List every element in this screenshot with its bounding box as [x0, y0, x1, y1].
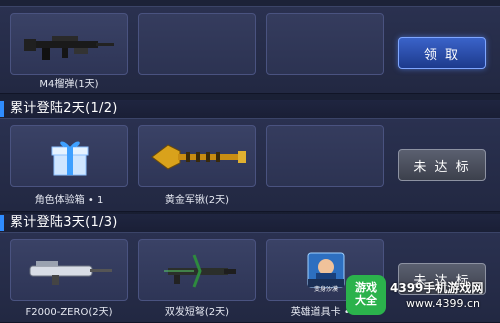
reward-label-crossbow: 双发短弩(2天) [164, 307, 230, 318]
reward-label-gift-box: 角色体验箱 • 1 [34, 195, 104, 206]
not-reached-button[interactable]: 未 达 标 [398, 149, 486, 181]
hero-card-badge: 变身沙漠 [314, 286, 339, 293]
reward-slot-empty [266, 13, 384, 75]
header-accent [0, 215, 4, 231]
logo-line-1: 游戏 [355, 281, 377, 294]
claim-button[interactable]: 领 取 [398, 37, 486, 69]
rifle-icon [29, 261, 112, 285]
row-header-3: 累计登陆3天(1/3) [0, 214, 500, 232]
crossbow-icon [164, 254, 236, 288]
site-watermark: 游戏 大全 4399手机游戏网 www.4399.cn [346, 273, 496, 321]
gift-box-icon [51, 141, 89, 176]
reward-label-f2000: F2000-ZERO(2天) [25, 307, 113, 318]
reward-slot-empty [266, 125, 384, 187]
row-header-2: 累计登陆2天(1/2) [0, 100, 500, 118]
reward-row-2: 角色体验箱 • 1 黄金军锹(2天) 未 达 标 [0, 118, 500, 212]
reward-slot-f2000[interactable] [10, 239, 128, 301]
watermark-url: www.4399.cn [406, 297, 480, 310]
game-daquan-logo-icon: 游戏 大全 [346, 275, 386, 315]
reward-slot-m4[interactable] [10, 13, 128, 75]
reward-slot-crossbow[interactable] [138, 239, 256, 301]
reward-slot-empty [138, 13, 256, 75]
logo-line-2: 大全 [355, 294, 377, 307]
reward-label-m4: M4榴弹(1天) [39, 79, 99, 90]
reward-row-1: M4榴弹(1天) 领 取 [0, 6, 500, 94]
reward-slot-golden-shovel[interactable] [138, 125, 256, 187]
row-title: 累计登陆3天(1/3) [10, 215, 118, 230]
reward-label-golden-shovel: 黄金军锹(2天) [164, 195, 230, 206]
watermark-title: 4399手机游戏网 [390, 281, 484, 295]
reward-slot-gift-box[interactable] [10, 125, 128, 187]
rifle-icon [24, 36, 114, 60]
row-title: 累计登陆2天(1/2) [10, 101, 118, 116]
header-accent [0, 101, 4, 117]
golden-shovel-icon [151, 144, 246, 170]
